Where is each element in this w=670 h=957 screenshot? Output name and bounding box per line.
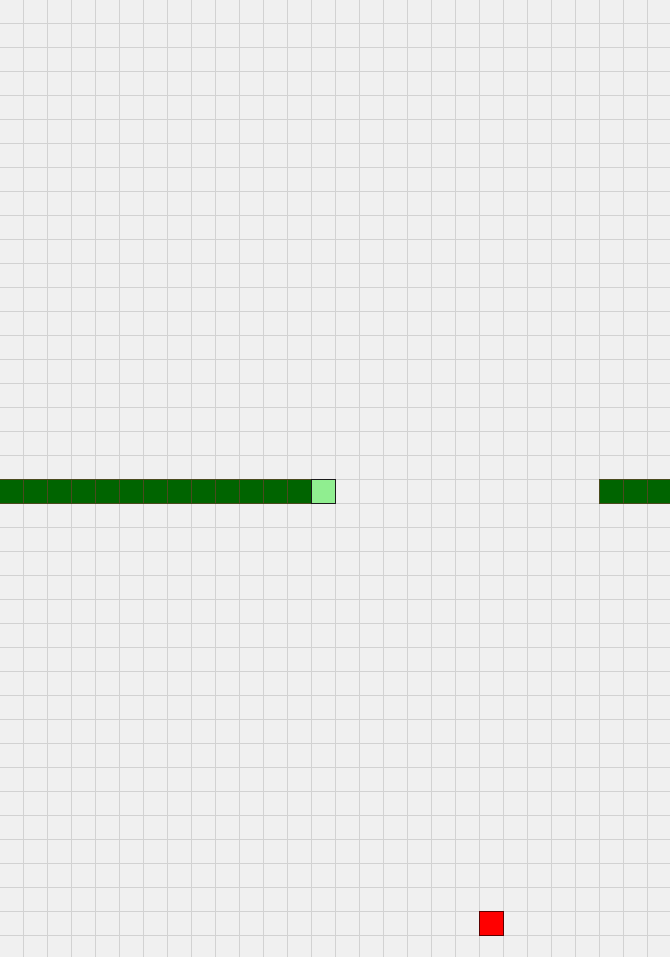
snake-body-segment [263, 479, 288, 504]
snake-body-segment [599, 479, 624, 504]
snake-body-segment [215, 479, 240, 504]
snake-body-segment [71, 479, 96, 504]
food-item [479, 911, 504, 936]
snake-body-segment [143, 479, 168, 504]
snake-body-segment [95, 479, 120, 504]
snake-body-segment [23, 479, 48, 504]
snake-body-segment [167, 479, 192, 504]
game-board[interactable] [0, 0, 670, 957]
snake-body-segment [47, 479, 72, 504]
snake-body-segment [287, 479, 312, 504]
snake-head [311, 479, 336, 504]
snake-body-segment [191, 479, 216, 504]
snake-body-segment [0, 479, 24, 504]
snake-body-segment [623, 479, 648, 504]
snake-body-segment [647, 479, 670, 504]
snake-body-segment [119, 479, 144, 504]
snake-body-segment [239, 479, 264, 504]
